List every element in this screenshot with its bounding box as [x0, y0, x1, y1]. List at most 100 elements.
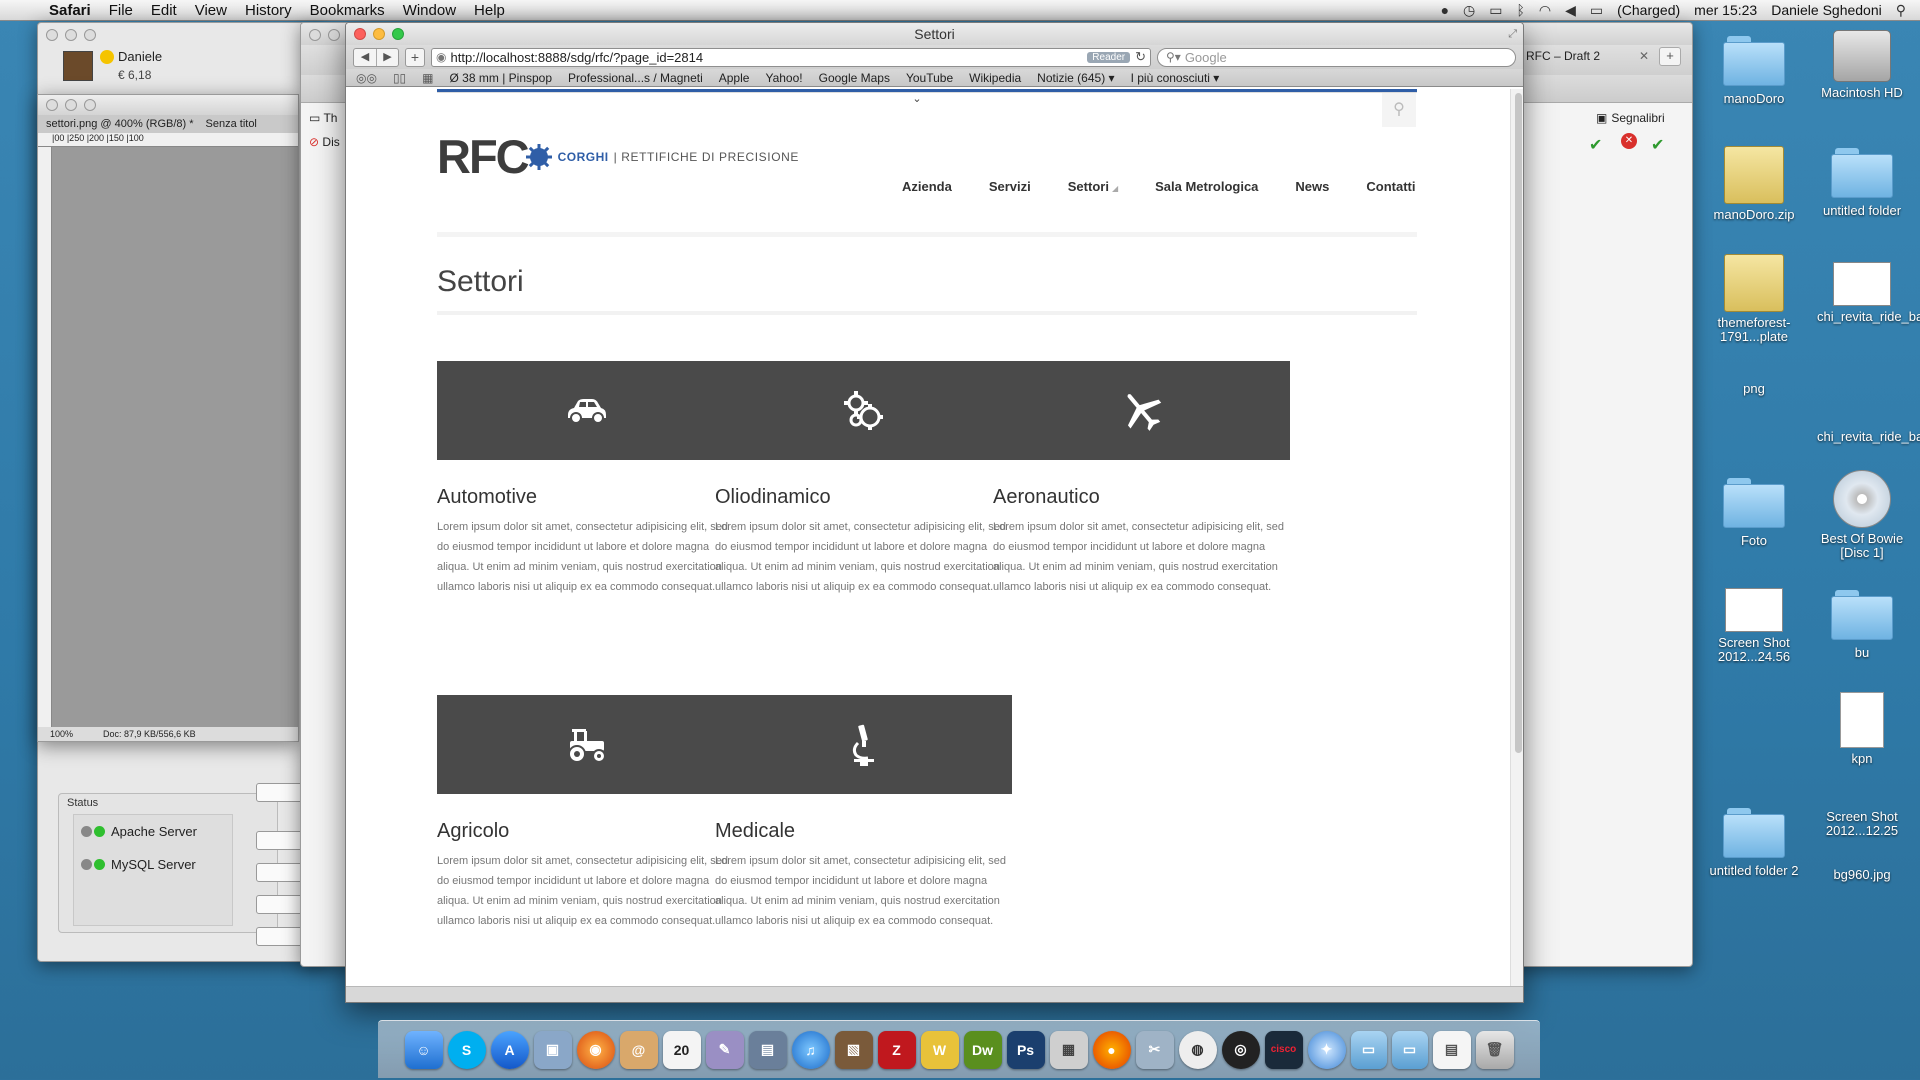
forward-button[interactable]: ▶	[376, 48, 398, 66]
error-icon[interactable]: ✕	[1621, 133, 1637, 149]
nav-item-azienda[interactable]: Azienda	[902, 179, 952, 194]
filezilla-icon[interactable]: Z	[877, 1030, 916, 1069]
app-store-icon[interactable]: A	[490, 1030, 529, 1069]
bookmark-item[interactable]: Professional...s / Magneti	[568, 71, 703, 85]
menu-history[interactable]: History	[236, 2, 301, 19]
desktop-folder[interactable]: manoDoro	[1709, 36, 1799, 106]
bookmark-item[interactable]: Ø 38 mm | Pinspop	[450, 71, 553, 85]
image-capture-icon[interactable]: ▤	[748, 1030, 787, 1069]
desktop-folder[interactable]: untitled folder	[1817, 148, 1907, 218]
desktop-disc[interactable]: Best Of Bowie [Disc 1]	[1817, 470, 1907, 560]
address-bar[interactable]: ◉ http://localhost:8888/sdg/rfc/?page_id…	[431, 47, 1151, 67]
menu-edit[interactable]: Edit	[142, 2, 186, 19]
script-editor-icon[interactable]: ✎	[705, 1030, 744, 1069]
add-bookmark-button[interactable]: +	[405, 47, 425, 67]
site-search-icon[interactable]: ⚲	[1382, 93, 1416, 127]
wifi-icon[interactable]: ◠	[1539, 2, 1551, 19]
menu-window[interactable]: Window	[394, 2, 465, 19]
back-bookmark-item[interactable]: Th	[323, 111, 337, 125]
documents-folder-icon[interactable]: ▭	[1391, 1030, 1428, 1069]
desktop-image[interactable]: bg960.jpg	[1817, 868, 1907, 882]
chevron-down-icon[interactable]: ⌄	[905, 92, 929, 108]
check-icon[interactable]: ✔	[1651, 135, 1664, 155]
sector-title[interactable]: Medicale	[715, 820, 1012, 843]
reload-icon[interactable]: ↻	[1135, 49, 1146, 65]
reading-list-icon[interactable]: ◎◎	[356, 71, 377, 85]
nav-item-sala-metrologica[interactable]: Sala Metrologica	[1155, 179, 1258, 194]
sector-image[interactable]	[437, 361, 734, 460]
nav-item-servizi[interactable]: Servizi	[989, 179, 1031, 194]
bookmark-item[interactable]: Wikipedia	[969, 71, 1021, 85]
tab-close-icon[interactable]: ✕	[1639, 49, 1649, 63]
back-bookmark-item[interactable]: Dis	[322, 135, 339, 149]
search-field[interactable]: ⚲▾ Google	[1157, 47, 1516, 67]
address-book-icon[interactable]: @	[619, 1030, 658, 1069]
fullscreen-icon[interactable]: ⤢	[1508, 23, 1517, 45]
menubar-user[interactable]: Daniele Sghedoni	[1771, 2, 1882, 18]
applications-folder-icon[interactable]: ▭	[1350, 1030, 1387, 1069]
calculator-icon[interactable]: ▦	[1049, 1030, 1088, 1069]
book-icon[interactable]: ▯▯	[393, 71, 406, 85]
menu-view[interactable]: View	[186, 2, 236, 19]
iphoto-icon[interactable]: ▧	[834, 1030, 873, 1069]
top-sites-icon[interactable]: ▦	[422, 71, 433, 85]
new-tab-icon[interactable]: +	[1659, 47, 1681, 66]
dreamweaver-icon[interactable]: Dw	[963, 1030, 1002, 1069]
trash-icon[interactable]: 🗑	[1475, 1030, 1514, 1069]
menu-help[interactable]: Help	[465, 2, 514, 19]
desktop-image[interactable]: chi_revita_ride_banner.png	[1817, 430, 1920, 444]
bookmark-folder[interactable]: I più conosciuti ▾	[1131, 71, 1220, 85]
sector-card[interactable]: Oliodinamico Lorem ipsum dolor sit amet,…	[715, 361, 1012, 597]
back-tab[interactable]: RFC – Draft 2	[1526, 49, 1676, 63]
firefox-icon[interactable]: ◉	[576, 1030, 615, 1069]
reader-button[interactable]: Reader	[1087, 51, 1131, 63]
bookmark-item[interactable]: Yahoo!	[765, 71, 802, 85]
skype-status-icon[interactable]: ●	[1441, 2, 1449, 18]
bookmark-item[interactable]: YouTube	[906, 71, 953, 85]
volume-icon[interactable]: ◀	[1565, 2, 1576, 19]
disk-utility-icon[interactable]: ◍	[1178, 1030, 1217, 1069]
bluetooth-icon[interactable]: ᛒ	[1516, 2, 1524, 18]
menu-app-name[interactable]: Safari	[40, 2, 100, 19]
desktop-archive[interactable]: themeforest-1791...plate	[1709, 254, 1799, 344]
sector-card[interactable]: Automotive Lorem ipsum dolor sit amet, c…	[437, 361, 734, 597]
desktop-folder[interactable]: untitled folder 2	[1709, 808, 1799, 878]
safari-icon[interactable]: ✦	[1307, 1030, 1346, 1069]
sector-card[interactable]: Aeronautico Lorem ipsum dolor sit amet, …	[993, 361, 1290, 597]
nav-item-settori-wrap[interactable]: Settori ◢	[1068, 179, 1118, 194]
window-controls[interactable]	[354, 28, 404, 40]
menu-bookmarks[interactable]: Bookmarks	[301, 2, 394, 19]
battery-icon[interactable]: ▭	[1590, 2, 1603, 19]
bookmarks-label[interactable]: Segnalibri	[1611, 111, 1664, 125]
itunes-icon[interactable]: ♫	[791, 1030, 830, 1069]
cisco-icon[interactable]: cisco	[1264, 1030, 1303, 1069]
ps-tab-active[interactable]: settori.png @ 400% (RGB/8) *	[46, 118, 194, 130]
sector-image[interactable]	[993, 361, 1290, 460]
nav-item-news[interactable]: News	[1295, 179, 1329, 194]
battery-status[interactable]: (Charged)	[1617, 2, 1680, 18]
sector-title[interactable]: Oliodinamico	[715, 486, 1012, 509]
menubar-clock[interactable]: mer 15:23	[1694, 2, 1757, 18]
sector-title[interactable]: Aeronautico	[993, 486, 1290, 509]
nav-item-settori[interactable]: Settori	[1068, 179, 1109, 194]
bookmark-item[interactable]: Apple	[719, 71, 750, 85]
vinyl-icon[interactable]: ◎	[1221, 1030, 1260, 1069]
desktop-folder[interactable]: bu	[1817, 590, 1907, 660]
ps-zoom[interactable]: 100%	[50, 729, 73, 739]
display-icon[interactable]: ▭	[1489, 2, 1502, 19]
skype-icon[interactable]: S	[447, 1030, 486, 1069]
window-controls[interactable]	[46, 29, 96, 41]
desktop-image[interactable]: Screen Shot 2012...24.56	[1709, 588, 1799, 664]
sector-image[interactable]	[437, 695, 734, 794]
check-icon[interactable]: ✔	[1589, 135, 1602, 155]
sector-card[interactable]: Medicale Lorem ipsum dolor sit amet, con…	[715, 695, 1012, 931]
menu-file[interactable]: File	[100, 2, 142, 19]
vertical-scrollbar[interactable]	[1510, 89, 1523, 986]
preview-icon[interactable]: ▣	[533, 1030, 572, 1069]
nav-item-contatti[interactable]: Contatti	[1366, 179, 1415, 194]
desktop-drive[interactable]: Macintosh HD	[1817, 30, 1907, 100]
sector-image[interactable]	[715, 695, 1012, 794]
mamp-icon[interactable]: ●	[1092, 1030, 1131, 1069]
sector-title[interactable]: Agricolo	[437, 820, 734, 843]
bookmarks-icon[interactable]: ▣	[1596, 111, 1607, 125]
